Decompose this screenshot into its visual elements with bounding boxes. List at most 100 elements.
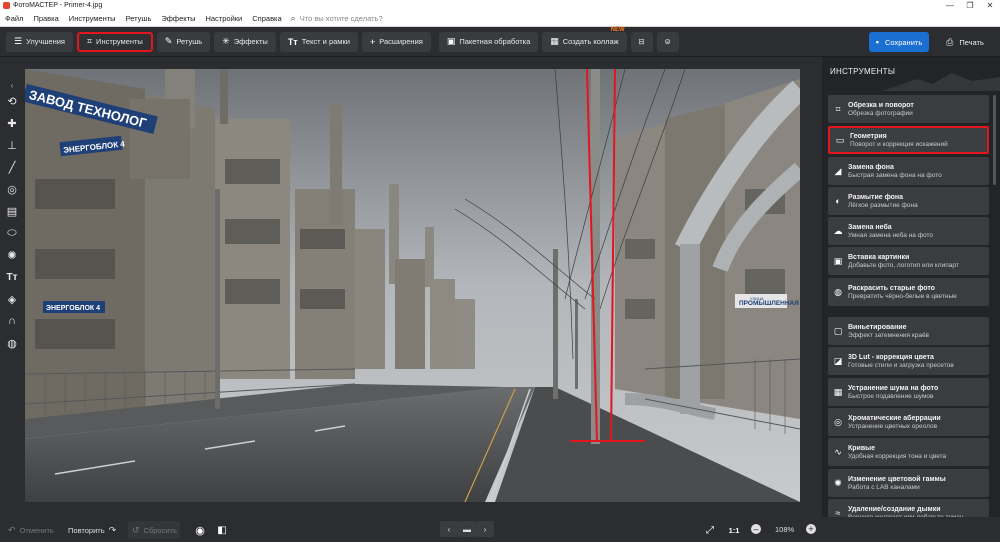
image-insert-icon: ▣ [833,255,843,266]
panel-item-name: Замена фона [848,163,894,171]
panel-item-desc: Умная замена неба на фото [848,231,934,239]
street-sign-text: ПРОМЫШЛЕННАЯ [739,300,799,307]
tab-extensions-label: Расширения [379,37,423,46]
globe-icon[interactable]: ◍ [0,332,24,354]
rotate-icon[interactable]: ⟲ [0,90,24,112]
fit-screen-button[interactable]: ⤢ [703,521,717,539]
panel-item-desc: Обрезка фотографии [848,109,913,117]
crop-icon: ⌗ [86,36,93,46]
menu-bar: Файл Правка Инструменты Ретушь Эффекты Н… [0,11,1000,27]
panel-item-lut[interactable]: ◪ 3D Lut - коррекция цвета Готовые стили и… [828,347,989,375]
redo-button[interactable]: Повторить ↷ [64,521,122,539]
left-tool-strip: ‹ ⟲ ✚ ⊥ ╱ ◎ ▤ ⬭ ✺ Tт ◈ ∩ ◍ [0,80,24,370]
tab-tools-label: Инструменты [96,37,143,46]
panel-scrollbar[interactable] [993,95,996,185]
window-title: ФотоМАСТЕР - Primer-4.jpg [13,2,103,9]
menu-settings[interactable]: Настройки [200,14,247,23]
panel-item-text: Виньетирование Эффект затемнения краёв [848,324,929,339]
panel-item-blur[interactable]: ◐ Размытие фона Лёгкое размытие фона [828,187,989,215]
panel-title: ИНСТРУМЕНТЫ [830,67,896,76]
sparkle-icon: ✳ [222,36,230,46]
panel-item-text: Замена фона Быстрая замена фона на фото [848,164,942,179]
next-image-button[interactable]: › [476,521,494,537]
sun-icon[interactable]: ✺ [0,244,24,266]
text-icon[interactable]: Tт [0,266,24,288]
chevron-icon[interactable]: ‹ [0,80,24,90]
batch-label: Пакетная обработка [459,37,531,46]
compare-button[interactable]: ⊟ [630,31,653,52]
tab-retouch-label: Ретушь [176,37,203,46]
panel-item-image-insert[interactable]: ▣ Вставка картинки Добавьте фото, логотип … [828,247,989,275]
tab-text-frames[interactable]: Tт Текст и рамки [279,31,358,52]
menu-edit[interactable]: Правка [28,14,63,23]
gradient-icon[interactable]: ▤ [0,200,24,222]
app-logo-icon [3,2,10,9]
menu-search[interactable]: ⌕ Что вы хотите сделать? [291,13,383,24]
brush-icon: ✎ [164,36,173,46]
menu-help[interactable]: Справка [247,14,286,23]
tab-improvements-label: Улучшения [26,37,65,46]
ellipse-icon[interactable]: ⬭ [0,222,24,244]
undo-button[interactable]: ↶ Отменить [4,521,62,539]
stamp-icon[interactable]: ⊥ [0,134,24,156]
minimize-button[interactable]: — [940,1,960,10]
new-badge: NEW [610,26,625,33]
panel-item-background[interactable]: ◢ Замена фона Быстрая замена фона на фото [828,157,989,185]
zoom-in-button[interactable]: + [806,524,816,534]
fill-icon[interactable]: ◈ [0,288,24,310]
tab-tools[interactable]: ⌗ Инструменты [76,31,153,52]
energy-block-lower-sign-text: ЭНЕРГОБЛОК 4 [46,305,100,312]
preview-toggle-button[interactable]: ◉ [192,521,208,539]
panel-item-aberration[interactable]: ◎ Хроматические аберрации Устранение цветн… [828,408,989,436]
sliders-icon: ☰ [14,36,23,46]
panel-item-geometry[interactable]: ▭ Геометрия Поворот и коррекция искажений [828,126,989,154]
magnet-icon[interactable]: ∩ [0,310,24,332]
panel-item-desc: Лёгкое размытие фона [848,201,918,209]
panel-item-name: Размытие фона [848,193,904,201]
tab-effects[interactable]: ✳ Эффекты [214,31,276,52]
tab-extensions[interactable]: + Расширения [361,31,431,52]
maximize-button[interactable]: ❐ [960,1,980,10]
panel-item-name: Хроматические аберрации [848,414,941,422]
folder-button[interactable]: ▬ [458,521,476,537]
brush-icon[interactable]: ╱ [0,156,24,178]
tab-improvements[interactable]: ☰ Улучшения [6,31,73,52]
panel-item-text: Хроматические аберрации Устранение цветны… [848,415,941,430]
tab-retouch[interactable]: ✎ Ретушь [156,31,211,52]
panel-item-curves[interactable]: ∿ Кривые Удобная коррекция тона и цвета [828,438,989,466]
panel-item-text: Вставка картинки Добавьте фото, логотип и… [848,254,959,269]
text-icon: Tт [287,36,298,47]
batch-processing-button[interactable]: ▣ Пакетная обработка [438,31,539,52]
menu-tools[interactable]: Инструменты [64,14,121,23]
circle-icon[interactable]: ◎ [0,178,24,200]
patch-icon[interactable]: ✚ [0,112,24,134]
reset-button[interactable]: ↺ Сбросить [128,521,180,539]
prev-image-button[interactable]: ‹ [440,521,458,537]
tab-text-frames-label: Текст и рамки [301,37,350,46]
panel-item-name: Вставка картинки [848,253,910,261]
zoom-out-button[interactable]: – [751,524,761,534]
panel-item-crop[interactable]: ⌗ Обрезка и поворот Обрезка фотографии [828,95,989,123]
save-button[interactable]: ▪ Сохранить [869,32,929,52]
create-collage-button[interactable]: ▦ Создать коллаж NEW [542,27,627,52]
hue-icon: ✺ [834,477,842,488]
compare-view-button[interactable]: ◧ [214,521,230,539]
menu-retouch[interactable]: Ретушь [121,14,157,23]
print-button[interactable]: ⎙ Печать [935,32,995,52]
history-button[interactable]: ⊜ [656,31,679,52]
panel-item-palette[interactable]: ◍ Раскрасить старые фото Превратить чёрно-… [828,278,989,306]
cloud-icon: ☁ [833,225,843,236]
panel-item-hue[interactable]: ✺ Изменение цветовой гаммы Работа с LAB ка… [828,469,989,497]
panel-item-desc: Устранение цветных ореолов [848,422,938,430]
panel-item-vignette[interactable]: ▢ Виньетирование Эффект затемнения краёв [828,317,989,345]
menu-effects[interactable]: Эффекты [156,14,200,23]
panel-item-noise[interactable]: ▦ Устранение шума на фото Быстрое подавлен… [828,378,989,406]
geometry-icon: ▭ [835,134,845,145]
close-button[interactable]: ✕ [980,1,1000,10]
photo-canvas[interactable]: ЗАВОД ТЕХНОЛОГ ЭНЕРГОБЛОК 4 ЭНЕРГОБЛОК 4… [25,69,800,502]
menu-file[interactable]: Файл [0,14,28,23]
actual-size-button[interactable]: 1:1 [726,521,742,539]
panel-item-name: Геометрия [850,132,887,140]
history-icon: ⊜ [664,37,671,46]
panel-item-cloud[interactable]: ☁ Замена неба Умная замена неба на фото [828,217,989,245]
